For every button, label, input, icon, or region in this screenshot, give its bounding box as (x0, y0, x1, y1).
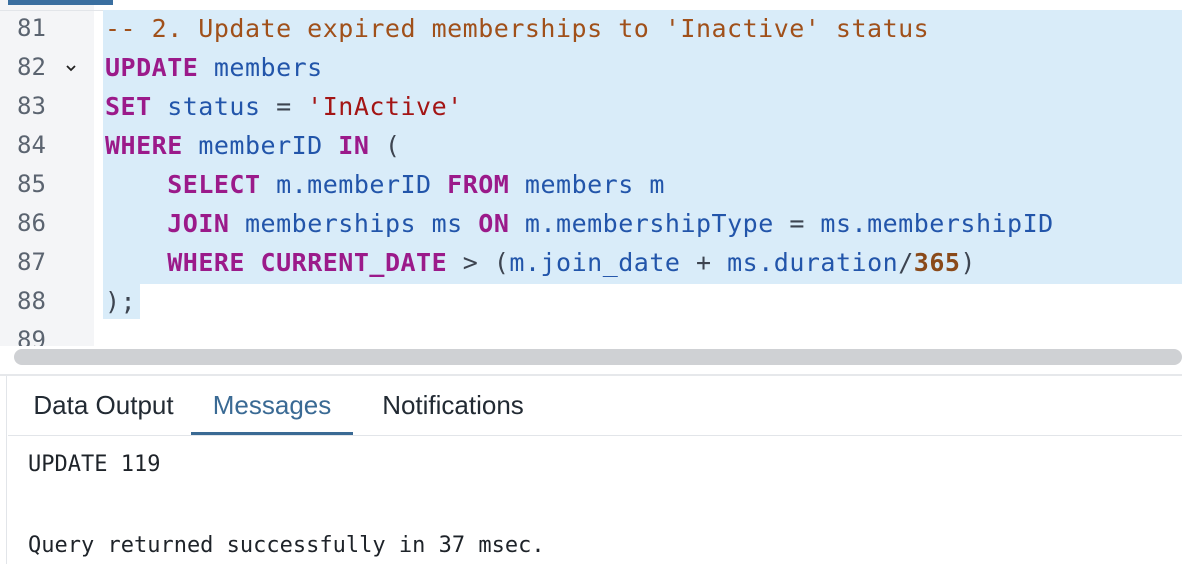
code-text: WHERE memberID IN ( (105, 126, 401, 165)
tab-notifications[interactable]: Notifications (363, 376, 543, 435)
sql-comment: -- 2. Update expired memberships to 'Ina… (105, 14, 930, 43)
sql-operator: + (696, 248, 712, 277)
code-text: -- 2. Update expired memberships to 'Ina… (105, 9, 929, 48)
sql-operator: > ( (447, 248, 510, 277)
sql-keyword: FROM (447, 170, 510, 199)
horizontal-scrollbar[interactable] (14, 349, 1182, 365)
line-number: 89 (17, 326, 46, 346)
sql-operator: = (789, 209, 805, 238)
code-text: UPDATE members (105, 48, 323, 87)
sql-operator: ( (369, 131, 401, 160)
code-line-88[interactable]: 88 ); (0, 282, 1182, 321)
code-line-87[interactable]: 87 WHERE CURRENT_DATE > (m.join_date + m… (0, 243, 1182, 282)
sql-operator: ) (960, 248, 976, 277)
code-line-81[interactable]: 81 -- 2. Update expired memberships to '… (0, 9, 1182, 48)
line-number: 86 (17, 209, 46, 237)
sql-identifier: status (151, 92, 261, 121)
line-number: 81 (17, 14, 46, 42)
sql-keyword: WHERE (105, 131, 183, 160)
code-text: JOIN memberships ms ON m.membershipType … (105, 204, 1054, 243)
code-line-86[interactable]: 86 JOIN memberships ms ON m.membershipTy… (0, 204, 1182, 243)
line-number: 87 (17, 248, 46, 276)
code-line-82[interactable]: 82 UPDATE members (0, 48, 1182, 87)
line-number: 82 (17, 53, 46, 81)
code-line-84[interactable]: 84 WHERE memberID IN ( (0, 126, 1182, 165)
line-number: 84 (17, 131, 46, 159)
sql-keyword: JOIN (167, 209, 230, 238)
code-text: SET status = 'InActive' (105, 87, 463, 126)
sql-keyword: SET (105, 92, 152, 121)
line-number: 85 (17, 170, 46, 198)
code-text: WHERE CURRENT_DATE > (m.join_date + ms.d… (105, 243, 976, 282)
sql-keyword: IN (338, 131, 370, 160)
sql-identifier: members (198, 53, 323, 82)
sql-keyword: SELECT (167, 170, 261, 199)
code-line-83[interactable]: 83 SET status = 'InActive' (0, 87, 1182, 126)
sql-keyword: CURRENT_DATE (260, 248, 448, 277)
message-status: Query returned successfully in 37 msec. (28, 533, 545, 558)
message-result: UPDATE 119 (28, 452, 161, 477)
tabs-divider (8, 435, 1182, 436)
sql-keyword: WHERE (167, 248, 245, 277)
sql-string: 'InActive' (307, 92, 463, 121)
sql-operator: = (260, 92, 308, 121)
chevron-down-icon[interactable] (66, 63, 76, 73)
line-number: 83 (17, 92, 46, 120)
sql-identifier: memberships ms (229, 209, 479, 238)
code-text: SELECT m.memberID FROM members m (105, 165, 665, 204)
output-panel-border (6, 376, 7, 564)
tab-data-output[interactable]: Data Output (16, 376, 191, 435)
sql-operator: / (898, 248, 914, 277)
tab-messages[interactable]: Messages (191, 376, 353, 435)
sql-operator: ); (105, 287, 137, 316)
sql-identifier: memberID (182, 131, 339, 160)
sql-identifier: m.memberID (260, 170, 448, 199)
code-line-89[interactable]: 89 (0, 321, 1182, 346)
sql-identifier: members m (509, 170, 665, 199)
sql-identifier: m.join_date (509, 248, 697, 277)
code-line-85[interactable]: 85 SELECT m.memberID FROM members m (0, 165, 1182, 204)
sql-keyword: UPDATE (105, 53, 199, 82)
editor-tab-indicator (8, 0, 113, 5)
output-tabs: Data Output Messages Notifications (8, 376, 1182, 435)
sql-keyword: ON (478, 209, 510, 238)
sql-identifier: ms.duration (711, 248, 899, 277)
sql-editor[interactable]: 81 -- 2. Update expired memberships to '… (0, 0, 1182, 346)
sql-number: 365 (913, 248, 961, 277)
code-text: ); (105, 282, 136, 321)
sql-identifier: ms.membershipID (804, 209, 1054, 238)
line-number: 88 (17, 287, 46, 315)
sql-identifier: m.membershipType (509, 209, 790, 238)
